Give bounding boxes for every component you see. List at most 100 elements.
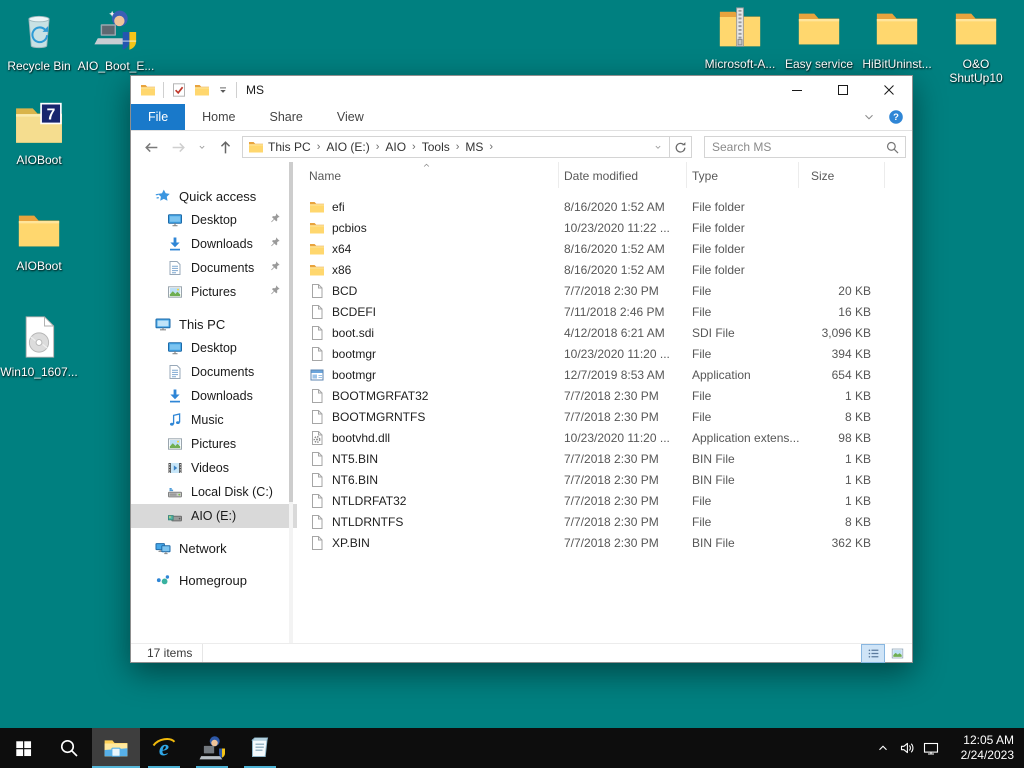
back-icon[interactable] — [143, 139, 160, 156]
taskbar-button-file-explorer[interactable] — [92, 728, 140, 768]
nav-scrollbar[interactable] — [289, 162, 293, 643]
sidebar-item-this-pc[interactable]: This PC — [131, 312, 297, 336]
file-name-text: x64 — [332, 242, 351, 256]
file-row[interactable]: x648/16/2020 1:52 AMFile folder — [297, 238, 912, 259]
sidebar-item-videos[interactable]: Videos — [131, 456, 297, 480]
title-bar[interactable]: MS — [131, 76, 912, 104]
file-name: pcbios — [297, 220, 559, 236]
new-folder-icon[interactable] — [194, 82, 210, 98]
recent-locations-icon[interactable] — [197, 142, 207, 152]
refresh-button[interactable] — [670, 136, 692, 158]
sidebar-item-homegroup[interactable]: Homegroup — [131, 568, 297, 592]
file-row[interactable]: NTLDRFAT327/7/2018 2:30 PMFile1 KB — [297, 490, 912, 511]
file-row[interactable]: NT5.BIN7/7/2018 2:30 PMBIN File1 KB — [297, 448, 912, 469]
forward-icon[interactable] — [170, 139, 187, 156]
sidebar-item-label: Music — [191, 413, 224, 427]
breadcrumb-aio-e[interactable]: AIO (E:) — [322, 140, 373, 154]
file-row[interactable]: bootmgr12/7/2019 8:53 AMApplication654 K… — [297, 364, 912, 385]
tab-view[interactable]: View — [320, 104, 381, 130]
taskbar-button-start[interactable] — [0, 728, 46, 768]
tray-network-tray-icon[interactable] — [919, 728, 943, 768]
column-header-date-modified[interactable]: Date modified — [559, 162, 687, 188]
sidebar-item-desktop[interactable]: Desktop — [131, 208, 297, 232]
desktop-icon-recycle-bin[interactable]: Recycle Bin — [2, 6, 76, 73]
file-row[interactable]: boot.sdi4/12/2018 6:21 AMSDI File3,096 K… — [297, 322, 912, 343]
desktop-icon-oo-shutup10[interactable]: O&O ShutUp10 — [936, 4, 1016, 85]
maximize-button[interactable] — [820, 76, 866, 104]
file-date-modified: 7/7/2018 2:30 PM — [559, 284, 687, 298]
desktop-icon-easy-service[interactable]: Easy service — [780, 4, 858, 71]
column-header-size[interactable]: Size — [799, 162, 885, 188]
desktop-icon-hibituninst[interactable]: HiBitUninst... — [856, 4, 938, 71]
minimize-button[interactable] — [774, 76, 820, 104]
desktop-icon-aioboot-7z[interactable]: 7AIOBoot — [0, 100, 78, 167]
breadcrumb-aio[interactable]: AIO — [381, 140, 410, 154]
desktop-icon-aioboot-folder[interactable]: AIOBoot — [0, 206, 78, 273]
taskbar-button-search[interactable] — [46, 728, 92, 768]
file-row[interactable]: BOOTMGRNTFS7/7/2018 2:30 PMFile8 KB — [297, 406, 912, 427]
file-date-modified: 7/7/2018 2:30 PM — [559, 536, 687, 550]
file-row[interactable]: pcbios10/23/2020 11:22 ...File folder — [297, 217, 912, 238]
sidebar-item-downloads[interactable]: Downloads — [131, 384, 297, 408]
desktop-icon-microsoft-a[interactable]: Microsoft-A... — [700, 4, 780, 71]
breadcrumb-ms[interactable]: MS — [461, 140, 487, 154]
sidebar-item-pictures[interactable]: Pictures — [131, 432, 297, 456]
taskbar-button-aio-boot-app[interactable] — [188, 728, 236, 768]
up-icon[interactable] — [217, 139, 234, 156]
search-input[interactable] — [712, 140, 885, 154]
sidebar-item-local-disk-c[interactable]: Local Disk (C:) — [131, 480, 297, 504]
file-row[interactable]: bootmgr10/23/2020 11:20 ...File394 KB — [297, 343, 912, 364]
column-header-name[interactable]: Name — [297, 162, 559, 188]
sidebar-item-music[interactable]: Music — [131, 408, 297, 432]
search-box[interactable] — [704, 136, 906, 158]
file-row[interactable]: x868/16/2020 1:52 AMFile folder — [297, 259, 912, 280]
tab-home[interactable]: Home — [185, 104, 252, 130]
sidebar-item-quick-access[interactable]: Quick access — [131, 184, 297, 208]
sidebar-item-pictures[interactable]: Pictures — [131, 280, 297, 304]
desktop-icon-aio-boot-exe[interactable]: AIO_Boot_E... — [76, 6, 156, 73]
customize-qat-icon[interactable] — [217, 84, 229, 96]
sidebar-item-documents[interactable]: Documents — [131, 360, 297, 384]
tray-volume-icon[interactable] — [895, 728, 919, 768]
address-bar[interactable]: This PC›AIO (E:)›AIO›Tools›MS› — [242, 136, 670, 158]
taskbar-button-internet-explorer[interactable]: e — [140, 728, 188, 768]
breadcrumb-this-pc[interactable]: This PC — [264, 140, 315, 154]
file-date-modified: 7/7/2018 2:30 PM — [559, 473, 687, 487]
close-button[interactable] — [866, 76, 912, 104]
file-row[interactable]: efi8/16/2020 1:52 AMFile folder — [297, 196, 912, 217]
help-icon[interactable]: ? — [888, 109, 904, 125]
quick-access-icon — [155, 188, 171, 204]
file-type: File — [687, 347, 799, 361]
file-row[interactable]: XP.BIN7/7/2018 2:30 PMBIN File362 KB — [297, 532, 912, 553]
details-view-button[interactable] — [862, 645, 884, 662]
tray-chevron-up-icon[interactable] — [871, 728, 895, 768]
sidebar-item-downloads[interactable]: Downloads — [131, 232, 297, 256]
breadcrumb-separator: › — [374, 141, 382, 153]
ribbon-expand-icon[interactable] — [862, 110, 876, 124]
address-dropdown-icon[interactable] — [649, 142, 667, 152]
file-row[interactable]: BCDEFI7/11/2018 2:46 PMFile16 KB — [297, 301, 912, 322]
file-row[interactable]: NTLDRNTFS7/7/2018 2:30 PMFile8 KB — [297, 511, 912, 532]
breadcrumb-tools[interactable]: Tools — [418, 140, 454, 154]
sidebar-item-label: Downloads — [191, 389, 253, 403]
file-row[interactable]: bootvhd.dll10/23/2020 11:20 ...Applicati… — [297, 427, 912, 448]
sidebar-item-network[interactable]: Network — [131, 536, 297, 560]
column-header-type[interactable]: Type — [687, 162, 799, 188]
sidebar-item-aio-e[interactable]: AIO (E:) — [131, 504, 297, 528]
sidebar-item-documents[interactable]: Documents — [131, 256, 297, 280]
file-size: 20 KB — [799, 284, 885, 298]
file-row[interactable]: BCD7/7/2018 2:30 PMFile20 KB — [297, 280, 912, 301]
homegroup-icon — [155, 572, 171, 588]
file-icon — [309, 283, 325, 299]
taskbar-button-notepad[interactable] — [236, 728, 284, 768]
tab-file[interactable]: File — [131, 104, 185, 130]
search-icon[interactable] — [885, 140, 900, 155]
taskbar-clock[interactable]: 12:05 AM 2/24/2023 — [950, 733, 1014, 763]
properties-icon[interactable] — [171, 82, 187, 98]
file-row[interactable]: BOOTMGRFAT327/7/2018 2:30 PMFile1 KB — [297, 385, 912, 406]
desktop-icon-win10-iso[interactable]: Win10_1607... — [0, 312, 78, 379]
sidebar-item-desktop[interactable]: Desktop — [131, 336, 297, 360]
tab-share[interactable]: Share — [253, 104, 320, 130]
file-row[interactable]: NT6.BIN7/7/2018 2:30 PMBIN File1 KB — [297, 469, 912, 490]
thumbnails-view-button[interactable] — [886, 645, 908, 662]
